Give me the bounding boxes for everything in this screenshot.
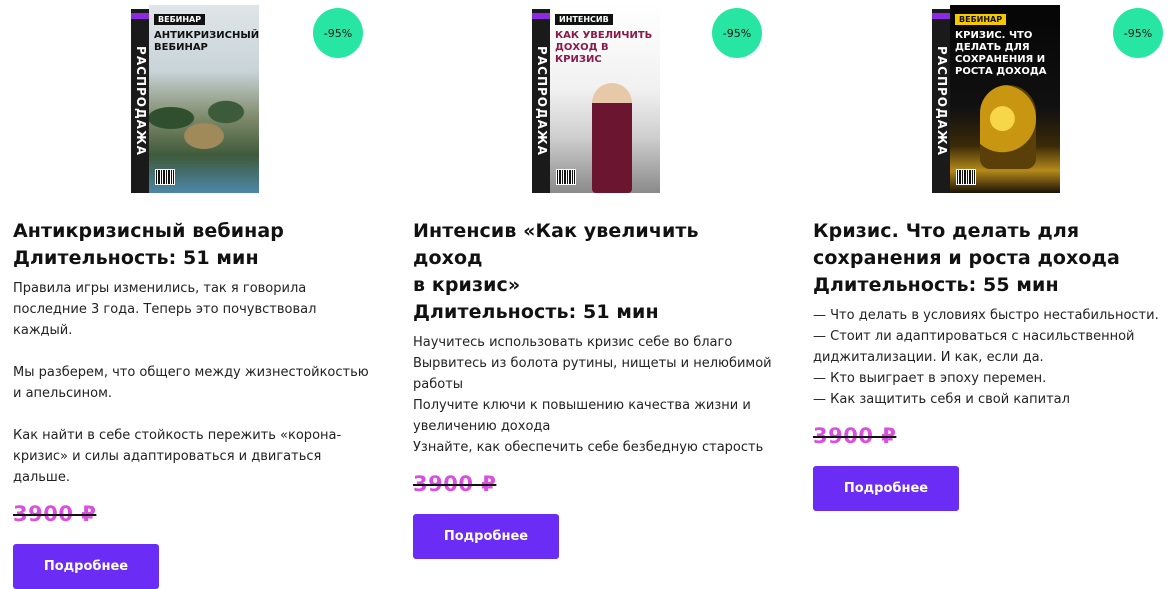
barcode-icon	[956, 169, 976, 185]
product-title-line: сохранения и роста дохода	[813, 247, 1120, 269]
product-duration: Длительность: 51 мин	[13, 247, 259, 269]
product-cover-area: РАСПРОДАЖА ВЕБИНАР КРИЗИС. ЧТО ДЕЛАТЬ ДЛ…	[813, 0, 1169, 200]
product-title-line: в кризис»	[413, 274, 521, 296]
cover-badge: ИНТЕНСИВ	[555, 14, 613, 25]
description-line: — Что делать в условиях быстро нестабиль…	[813, 308, 1159, 323]
product-card-crisis-webinar: РАСПРОДАЖА ВЕБИНАР КРИЗИС. ЧТО ДЕЛАТЬ ДЛ…	[813, 0, 1169, 511]
product-cover-area: РАСПРОДАЖА ИНТЕНСИВ КАК УВЕЛИЧИТЬ ДОХОД …	[413, 0, 773, 200]
product-title-line: Кризис. Что делать для	[813, 220, 1080, 242]
palm-trees-illustration	[149, 100, 259, 160]
cover-badge: ВЕБИНАР	[154, 14, 206, 25]
description-line: — Как защитить себя и свой капитал	[813, 392, 1070, 407]
description-line: Мы разберем, что общего между жизнестойк…	[13, 365, 369, 380]
description-line: Получите ключи к повышению качества жизн…	[413, 398, 751, 413]
cover-front: ВЕБИНАР КРИЗИС. ЧТО ДЕЛАТЬ ДЛЯ СОХРАНЕНИ…	[950, 5, 1060, 193]
product-duration: Длительность: 55 мин	[813, 274, 1059, 296]
description-line: увеличению дохода	[413, 419, 551, 434]
old-price: 3900 ₽	[413, 472, 497, 496]
description-line: диджитализации. И как, если да.	[813, 350, 1044, 365]
description-line: — Кто выиграет в эпоху перемен.	[813, 371, 1047, 386]
product-title: Интенсив «Как увеличить доход в кризис» …	[413, 218, 773, 326]
cover-spine: РАСПРОДАЖА	[532, 9, 552, 193]
details-button[interactable]: Подробнее	[413, 514, 559, 559]
description-line: дальше.	[13, 470, 70, 485]
description-line: Узнайте, как обеспечить себе безбедную с…	[413, 440, 764, 455]
product-description: — Что делать в условиях быстро нестабиль…	[813, 305, 1169, 410]
description-line: — Стоит ли адаптироваться с насильственн…	[813, 329, 1135, 344]
product-cover-image[interactable]: РАСПРОДАЖА ВЕБИНАР КРИЗИС. ЧТО ДЕЛАТЬ ДЛ…	[932, 5, 1060, 193]
product-cover-image[interactable]: РАСПРОДАЖА ИНТЕНСИВ КАК УВЕЛИЧИТЬ ДОХОД …	[532, 5, 660, 193]
description-line: Правила игры изменились, так я говорила	[13, 281, 307, 296]
cover-title: КРИЗИС. ЧТО ДЕЛАТЬ ДЛЯ СОХРАНЕНИЯ И РОСТ…	[955, 30, 1047, 77]
product-title: Кризис. Что делать для сохранения и рост…	[813, 218, 1169, 299]
spine-accent	[131, 13, 151, 19]
description-line: Как найти в себе стойкость пережить «кор…	[13, 428, 342, 443]
cover-front: ВЕБИНАР АНТИКРИЗИСНЫЙ ВЕБИНАР	[149, 5, 259, 193]
description-line: и апельсином.	[13, 386, 113, 401]
product-cover-image[interactable]: РАСПРОДАЖА ВЕБИНАР АНТИКРИЗИСНЫЙ ВЕБИНАР	[131, 5, 259, 193]
product-title-line: Интенсив «Как увеличить доход	[413, 220, 699, 269]
product-cover-area: РАСПРОДАЖА ВЕБИНАР АНТИКРИЗИСНЫЙ ВЕБИНАР…	[13, 0, 373, 200]
champagne-glass-illustration	[980, 85, 1036, 169]
cover-spine-text: РАСПРОДАЖА	[134, 46, 148, 156]
cover-front: ИНТЕНСИВ КАК УВЕЛИЧИТЬ ДОХОД В КРИЗИС	[550, 5, 660, 193]
spine-accent	[932, 13, 952, 19]
product-title: Антикризисный вебинар Длительность: 51 м…	[13, 218, 373, 272]
description-line: кризис» и силы адаптироваться и двигатьс…	[13, 449, 322, 464]
old-price: 3900 ₽	[813, 424, 897, 448]
barcode-icon	[556, 169, 576, 185]
cover-title: КАК УВЕЛИЧИТЬ ДОХОД В КРИЗИС	[555, 30, 653, 65]
cover-badge: ВЕБИНАР	[955, 14, 1007, 25]
cover-spine: РАСПРОДАЖА	[131, 9, 151, 193]
product-description: Научитесь использовать кризис себе во бл…	[413, 332, 773, 458]
woman-shopping-illustration	[592, 83, 632, 193]
details-button[interactable]: Подробнее	[13, 544, 159, 589]
old-price: 3900 ₽	[13, 502, 97, 526]
product-duration: Длительность: 51 мин	[413, 301, 659, 323]
description-line: Вырвитесь из болота рутины, нищеты и нел…	[413, 356, 772, 371]
discount-badge: -95%	[1113, 8, 1163, 58]
product-description: Правила игры изменились, так я говорила …	[13, 278, 373, 488]
discount-badge: -95%	[313, 8, 363, 58]
details-button[interactable]: Подробнее	[813, 466, 959, 511]
cover-spine-text: РАСПРОДАЖА	[535, 46, 549, 156]
spine-accent	[532, 13, 552, 19]
cover-spine-text: РАСПРОДАЖА	[935, 46, 949, 156]
barcode-icon	[155, 169, 175, 185]
description-line: последние 3 года. Теперь это почувствова…	[13, 302, 317, 338]
product-title-line: Антикризисный вебинар	[13, 220, 284, 242]
description-line: работы	[413, 377, 464, 392]
discount-badge: -95%	[712, 8, 762, 58]
cover-spine: РАСПРОДАЖА	[932, 9, 952, 193]
description-line: Научитесь использовать кризис себе во бл…	[413, 335, 733, 350]
product-card-anticrisis-webinar: РАСПРОДАЖА ВЕБИНАР АНТИКРИЗИСНЫЙ ВЕБИНАР…	[13, 0, 373, 589]
product-card-income-intensive: РАСПРОДАЖА ИНТЕНСИВ КАК УВЕЛИЧИТЬ ДОХОД …	[413, 0, 773, 559]
cover-title: АНТИКРИЗИСНЫЙ ВЕБИНАР	[154, 30, 259, 53]
